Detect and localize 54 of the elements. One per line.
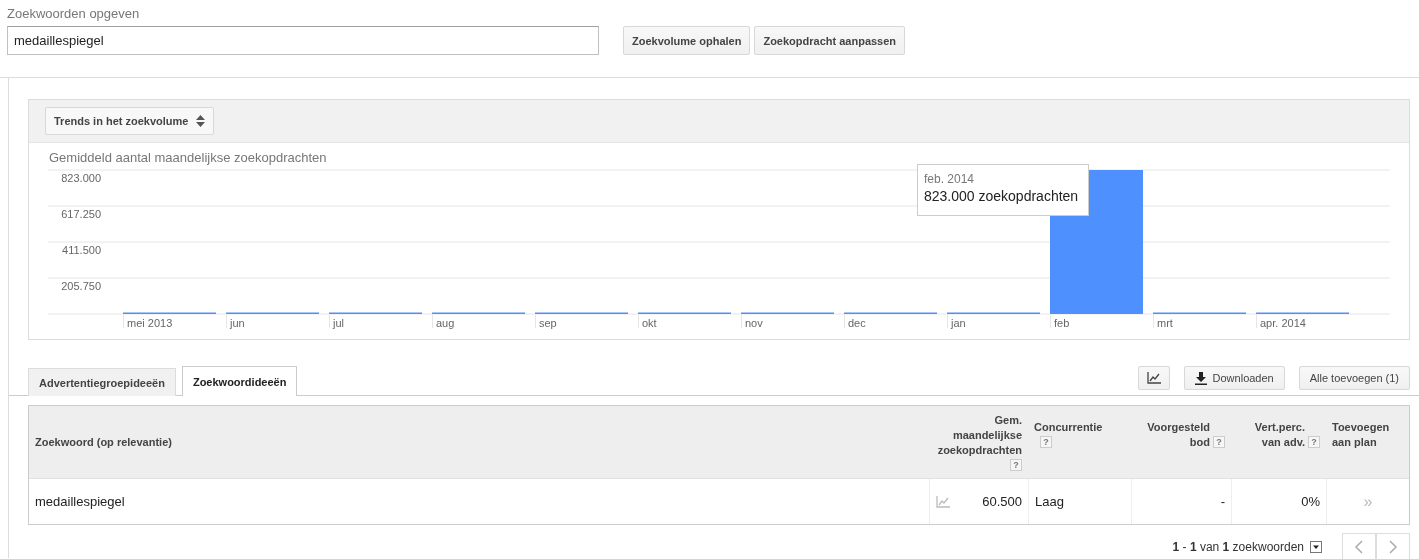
y-tick-label: 617.250: [61, 208, 101, 220]
x-tick-label: aug: [436, 317, 455, 329]
bid-cell: -: [1220, 494, 1225, 509]
x-tick-label: apr. 2014: [1260, 317, 1306, 329]
y-tick-label: 823.000: [61, 172, 101, 184]
action-button[interactable]: Zoekopdracht aanpassen: [754, 26, 906, 55]
y-tick-label: 411.500: [62, 244, 101, 256]
y-tick-label: 205.750: [61, 280, 101, 292]
help-icon[interactable]: ?: [1308, 436, 1320, 448]
download-icon: [1194, 371, 1207, 385]
chart-button[interactable]: [1137, 366, 1170, 390]
line-chart-icon: [1146, 372, 1161, 384]
tab[interactable]: Advertentiegroepideeën: [28, 368, 176, 396]
share-cell: 0%: [1301, 494, 1320, 509]
tooltip-date: feb. 2014: [924, 172, 976, 186]
help-icon[interactable]: ?: [1010, 459, 1022, 471]
dropdown-icon[interactable]: [1310, 540, 1322, 553]
next-page-button[interactable]: [1376, 533, 1410, 559]
field-label: Zoekwoorden opgeven: [7, 6, 141, 21]
pagination-summary: 1 - 1 van 1 zoekwoorden: [1172, 539, 1304, 554]
tooltip-value: 823.000 zoekopdrachten: [924, 188, 1080, 204]
download-button[interactable]: Downloaden: [1183, 366, 1285, 390]
column-header: Vert.perc. van adv.: [1253, 420, 1305, 450]
x-tick-label: mrt: [1157, 317, 1173, 329]
x-tick-label: jul: [333, 317, 344, 329]
column-header: Zoekwoord (op relevantie): [35, 434, 172, 450]
column-header: Gem. maandelijkse zoekopdrachten: [937, 414, 1022, 456]
previous-page-button[interactable]: [1342, 533, 1376, 559]
help-icon[interactable]: ?: [1213, 436, 1225, 448]
metric-dropdown[interactable]: Trends in het zoekvolume: [45, 107, 215, 135]
x-tick-label: mei 2013: [127, 317, 173, 329]
tab[interactable]: Zoekwoordideeën: [181, 366, 298, 396]
x-tick-label: nov: [745, 317, 763, 329]
chart-title: Gemiddeld aantal maandelijkse zoekopdrachten: [48, 149, 328, 164]
competition-cell: Laag: [1035, 494, 1064, 509]
x-tick-label: jun: [230, 317, 245, 329]
volume-cell: 60.500: [982, 494, 1022, 509]
x-tick-label: jan: [951, 317, 966, 329]
trend-chart-icon[interactable]: [936, 495, 950, 508]
help-icon[interactable]: ?: [1040, 436, 1052, 448]
sort-arrows-icon: [196, 115, 206, 127]
add-all-button[interactable]: Alle toevoegen (1): [1298, 366, 1410, 390]
keyword-cell: medaillespiegel: [35, 494, 125, 509]
column-header: Concurrentie: [1034, 421, 1103, 433]
chevron-left-icon: [1355, 539, 1363, 554]
action-button[interactable]: Zoekvolume ophalen: [623, 26, 751, 55]
x-tick-label: okt: [642, 317, 657, 329]
column-header: Toevoegen aan plan: [1332, 421, 1390, 448]
chevron-right-icon: [1389, 539, 1397, 554]
keyword-input[interactable]: medaillespiegel: [7, 26, 599, 55]
column-header: Voorgesteld bod: [1146, 420, 1210, 450]
x-tick-label: sep: [539, 317, 557, 329]
x-tick-label: dec: [848, 317, 866, 329]
x-tick-label: feb: [1054, 317, 1070, 329]
